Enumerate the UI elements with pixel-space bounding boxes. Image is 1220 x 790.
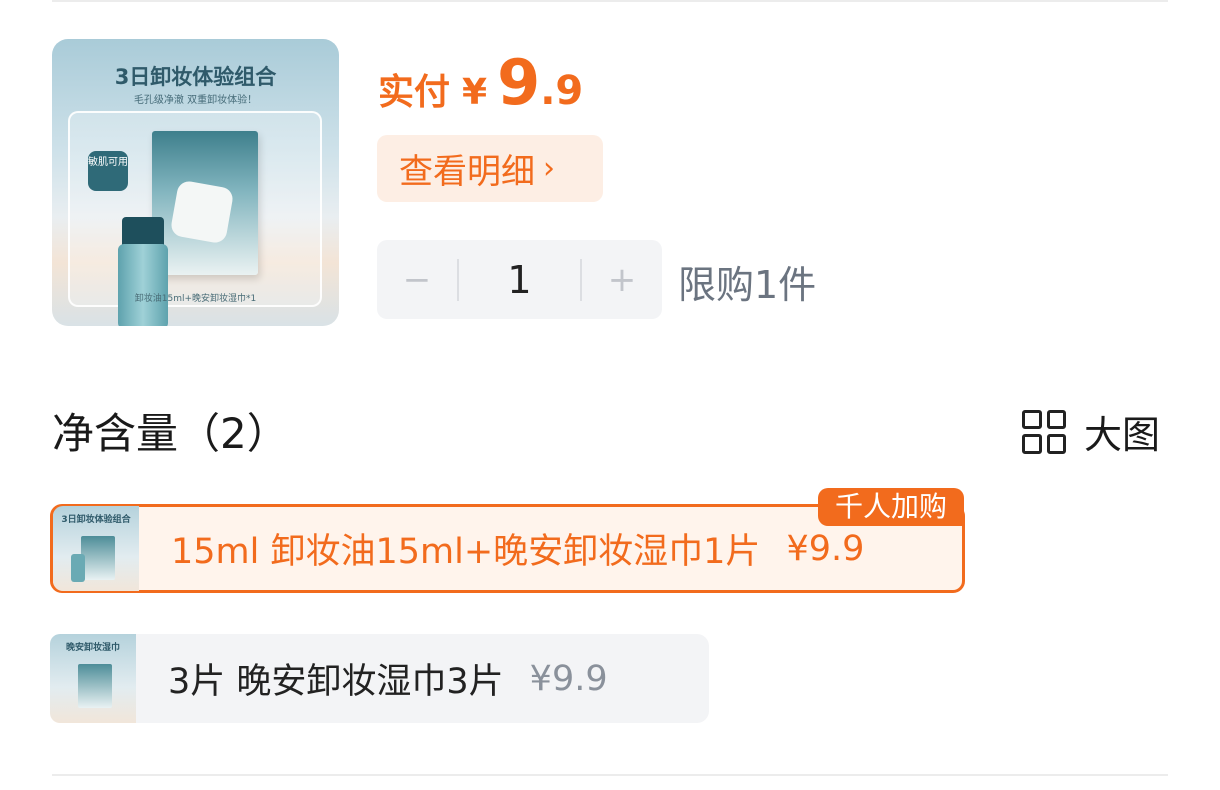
option-thumbnail: 3日卸妆体验组合: [53, 506, 139, 591]
option-thumbnail-title: 3日卸妆体验组合: [61, 515, 131, 525]
purchase-limit-text: 限购1件: [678, 263, 817, 307]
product-image-title: 3日卸妆体验组合: [114, 65, 277, 89]
option-label: 3片 晚安卸妆湿巾3片: [168, 662, 504, 702]
bottle-cap-graphic: [122, 217, 164, 247]
quantity-value[interactable]: 1: [459, 258, 580, 302]
view-details-label: 查看明细: [399, 152, 535, 192]
price-currency: ¥: [462, 72, 488, 113]
product-image-footer: 卸妆油15ml+晚安卸妆湿巾*1: [134, 294, 257, 304]
sensitive-skin-badge: 敏肌可用: [88, 151, 128, 191]
option-thumbnail-bottle: [71, 554, 85, 582]
option-thumbnail: 晚安卸妆湿巾: [50, 634, 136, 723]
chevron-right-icon: ›: [543, 151, 555, 186]
paid-price: 实付 ¥9.9: [378, 46, 583, 119]
top-divider: [52, 0, 1168, 2]
bottle-graphic: [118, 244, 168, 326]
price-dot: .: [540, 68, 556, 114]
view-details-button[interactable]: 查看明细 ›: [377, 135, 603, 202]
product-image[interactable]: 3日卸妆体验组合 毛孔级净澈 双重卸妆体验！ 敏肌可用 卸妆油15ml+晚安卸妆…: [52, 39, 339, 326]
option-thumbnail-box: [78, 664, 112, 708]
bottom-divider: [52, 774, 1168, 776]
option-3-pieces[interactable]: 晚安卸妆湿巾 3片 晚安卸妆湿巾3片 ¥9.9: [50, 634, 709, 723]
price-decimal: 9: [555, 68, 584, 114]
price-integer: 9: [497, 46, 541, 119]
option-thumbnail-title: 晚安卸妆湿巾: [65, 643, 120, 653]
increment-button[interactable]: +: [582, 260, 662, 300]
popular-tag: 千人加购: [818, 488, 964, 526]
price-label: 实付: [378, 72, 451, 113]
wipes-pack-graphic: [169, 179, 235, 245]
product-image-subtitle: 毛孔级净澈 双重卸妆体验！: [133, 95, 258, 106]
big-view-toggle[interactable]: 大图: [1022, 404, 1160, 459]
option-price: ¥9.9: [786, 528, 865, 569]
section-title: 净含量（2）: [52, 409, 289, 458]
quantity-stepper: − 1 +: [377, 240, 662, 319]
option-thumbnail-box: [81, 536, 115, 580]
big-view-label: 大图: [1084, 413, 1161, 457]
decrement-button[interactable]: −: [377, 260, 457, 300]
option-label: 15ml 卸妆油15ml+晚安卸妆湿巾1片: [171, 532, 761, 572]
option-price: ¥9.9: [529, 658, 608, 699]
grid-icon: [1022, 409, 1066, 454]
